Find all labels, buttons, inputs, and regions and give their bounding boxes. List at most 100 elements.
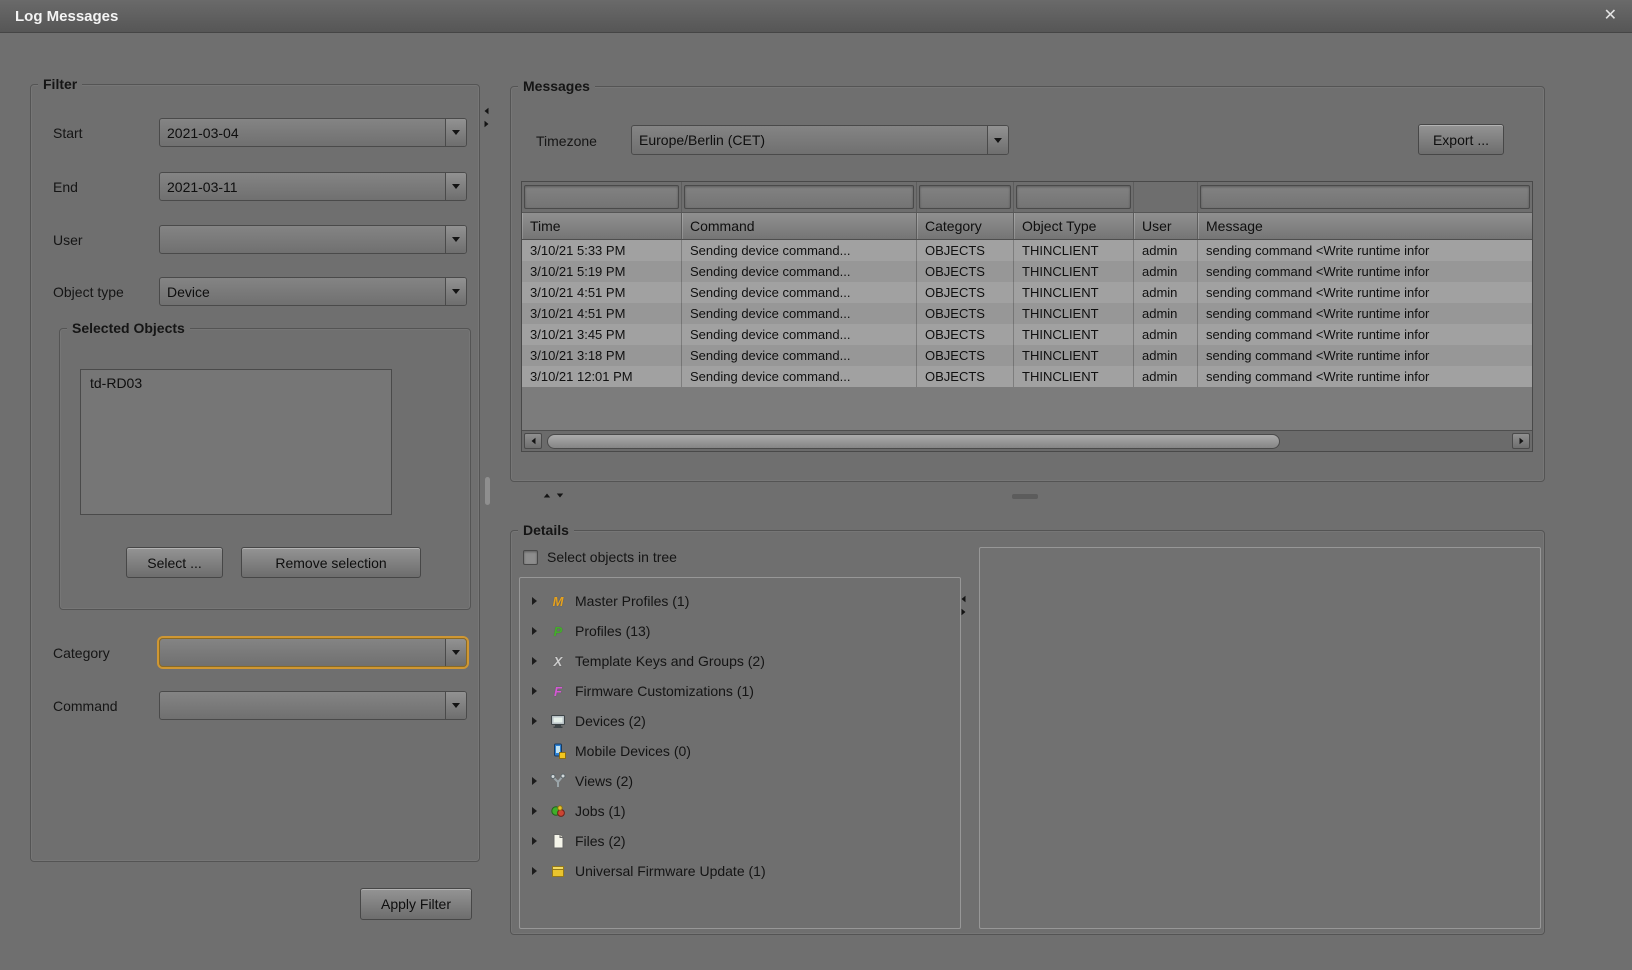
table-cell: sending command <Write runtime infor: [1198, 261, 1532, 282]
command-row: Command: [53, 691, 467, 720]
expand-arrow-icon[interactable]: [532, 627, 548, 635]
expand-arrow-icon[interactable]: [532, 687, 548, 695]
object-type-combo[interactable]: Device: [159, 277, 467, 306]
tree-item-label: Views (2): [575, 773, 633, 789]
table-cell: THINCLIENT: [1014, 324, 1134, 345]
selected-objects-list[interactable]: td-RD03: [80, 369, 392, 515]
collapse-left-icon[interactable]: [962, 596, 966, 602]
expand-arrow-icon[interactable]: [532, 837, 548, 845]
timezone-dropdown-button[interactable]: [987, 126, 1008, 154]
column-header-message[interactable]: Message: [1198, 213, 1532, 239]
select-objects-in-tree-checkbox-row[interactable]: Select objects in tree: [523, 549, 677, 565]
command-label: Command: [53, 698, 159, 714]
collapse-right-icon[interactable]: [962, 609, 966, 615]
table-cell: sending command <Write runtime infor: [1198, 240, 1532, 261]
select-button[interactable]: Select ...: [126, 547, 223, 578]
tree-item-files[interactable]: Files (2): [520, 826, 960, 856]
table-row[interactable]: 3/10/21 3:18 PMSending device command...…: [522, 345, 1532, 366]
category-dropdown-button[interactable]: [445, 639, 466, 666]
tree-item-views[interactable]: Views (2): [520, 766, 960, 796]
table-cell: 3/10/21 3:45 PM: [522, 324, 682, 345]
panel-splitter-collapse-arrows[interactable]: [484, 107, 489, 128]
collapse-right-icon[interactable]: [485, 121, 489, 127]
table-cell: sending command <Write runtime infor: [1198, 282, 1532, 303]
scrollbar-track[interactable]: [545, 434, 1509, 449]
export-button[interactable]: Export ...: [1418, 124, 1504, 155]
selected-object-item[interactable]: td-RD03: [81, 370, 391, 396]
expand-arrow-icon[interactable]: [532, 807, 548, 815]
table-cell: OBJECTS: [917, 324, 1014, 345]
column-filter-input-command[interactable]: [684, 185, 914, 209]
scroll-left-button[interactable]: [524, 433, 542, 449]
column-filter-input-time[interactable]: [524, 185, 679, 209]
profiles-icon: P: [548, 623, 568, 639]
table-cell: THINCLIENT: [1014, 261, 1134, 282]
timezone-combo[interactable]: Europe/Berlin (CET): [631, 125, 1009, 155]
table-cell: admin: [1134, 345, 1198, 366]
table-row[interactable]: 3/10/21 4:51 PMSending device command...…: [522, 282, 1532, 303]
tree-item-template-keys-and-groups[interactable]: XTemplate Keys and Groups (2): [520, 646, 960, 676]
expand-arrow-icon[interactable]: [532, 867, 548, 875]
table-cell: THINCLIENT: [1014, 345, 1134, 366]
template-keys-icon: X: [548, 653, 568, 669]
object-tree[interactable]: MMaster Profiles (1)PProfiles (13)XTempl…: [519, 577, 961, 929]
user-combo[interactable]: [159, 225, 467, 254]
user-dropdown-button[interactable]: [445, 226, 466, 253]
expand-arrow-icon[interactable]: [532, 597, 548, 605]
command-dropdown-button[interactable]: [445, 692, 466, 719]
tree-item-universal-firmware-update[interactable]: Universal Firmware Update (1): [520, 856, 960, 886]
column-header-user[interactable]: User: [1134, 213, 1198, 239]
end-date-combo[interactable]: 2021-03-11: [159, 172, 467, 201]
expand-arrow-icon[interactable]: [532, 657, 548, 665]
column-filter-input-category[interactable]: [919, 185, 1011, 209]
table-cell: THINCLIENT: [1014, 303, 1134, 324]
column-header-object-type[interactable]: Object Type: [1014, 213, 1134, 239]
table-row[interactable]: 3/10/21 5:33 PMSending device command...…: [522, 240, 1532, 261]
apply-filter-button[interactable]: Apply Filter: [360, 888, 472, 920]
expand-arrow-icon[interactable]: [532, 777, 548, 785]
column-filter-input-message[interactable]: [1200, 185, 1530, 209]
remove-selection-button[interactable]: Remove selection: [241, 547, 421, 578]
start-date-combo[interactable]: 2021-03-04: [159, 118, 467, 147]
start-dropdown-button[interactable]: [445, 119, 466, 146]
tree-item-mobile-devices[interactable]: Mobile Devices (0): [520, 736, 960, 766]
messages-details-splitter-arrows[interactable]: [543, 493, 564, 498]
scroll-right-button[interactable]: [1512, 433, 1530, 449]
log-table-body: 3/10/21 5:33 PMSending device command...…: [522, 240, 1532, 430]
files-icon: [548, 833, 568, 849]
tree-item-jobs[interactable]: Jobs (1): [520, 796, 960, 826]
messages-group: Messages Timezone Europe/Berlin (CET) Ex…: [510, 86, 1545, 482]
table-row[interactable]: 3/10/21 3:45 PMSending device command...…: [522, 324, 1532, 345]
column-header-command[interactable]: Command: [682, 213, 917, 239]
table-row[interactable]: 3/10/21 5:19 PMSending device command...…: [522, 261, 1532, 282]
column-filter-input-object-type[interactable]: [1016, 185, 1131, 209]
end-dropdown-button[interactable]: [445, 173, 466, 200]
tree-item-profiles[interactable]: PProfiles (13): [520, 616, 960, 646]
collapse-down-icon[interactable]: [557, 494, 563, 498]
category-combo[interactable]: [159, 638, 467, 667]
filter-cell-command: [682, 182, 917, 212]
mobile-devices-icon: [548, 743, 568, 759]
collapse-left-icon[interactable]: [485, 108, 489, 114]
table-row[interactable]: 3/10/21 12:01 PMSending device command..…: [522, 366, 1532, 387]
details-splitter-arrows[interactable]: [961, 595, 966, 616]
arrow-right-icon: [1519, 438, 1523, 444]
title-bar[interactable]: Log Messages ✕: [0, 0, 1632, 33]
table-row[interactable]: 3/10/21 4:51 PMSending device command...…: [522, 303, 1532, 324]
scrollbar-thumb[interactable]: [547, 434, 1280, 449]
horizontal-scrollbar[interactable]: [522, 430, 1532, 451]
table-cell: 3/10/21 12:01 PM: [522, 366, 682, 387]
tree-item-master-profiles[interactable]: MMaster Profiles (1): [520, 586, 960, 616]
horizontal-splitter-handle[interactable]: [1012, 494, 1038, 499]
vertical-splitter-handle[interactable]: [485, 477, 490, 505]
tree-item-firmware-customizations[interactable]: FFirmware Customizations (1): [520, 676, 960, 706]
expand-arrow-icon[interactable]: [532, 717, 548, 725]
close-icon[interactable]: ✕: [1604, 8, 1617, 24]
command-combo[interactable]: [159, 691, 467, 720]
collapse-up-icon[interactable]: [544, 494, 550, 498]
column-header-time[interactable]: Time: [522, 213, 682, 239]
column-header-category[interactable]: Category: [917, 213, 1014, 239]
checkbox-icon[interactable]: [523, 550, 538, 565]
tree-item-devices[interactable]: Devices (2): [520, 706, 960, 736]
object-type-dropdown-button[interactable]: [445, 278, 466, 305]
